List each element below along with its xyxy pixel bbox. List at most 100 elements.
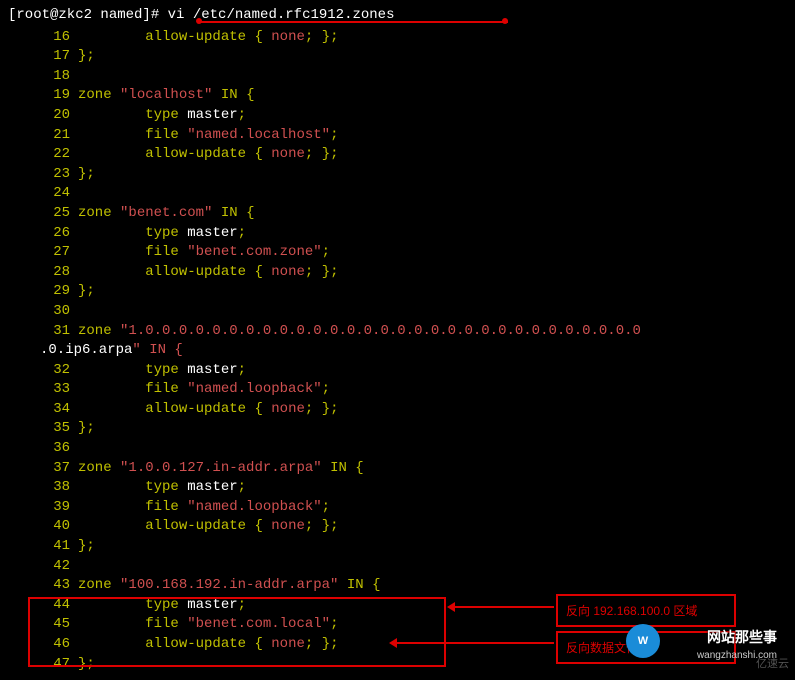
code-line: 41}; bbox=[8, 537, 787, 557]
code-line: 17}; bbox=[8, 47, 787, 67]
code-line: 29}; bbox=[8, 282, 787, 302]
code-text: type master; bbox=[78, 224, 246, 244]
editor-content[interactable]: 16 allow-update { none; };17};1819zone "… bbox=[8, 28, 787, 675]
code-line: 25zone "benet.com" IN { bbox=[8, 204, 787, 224]
underline-dot-icon bbox=[502, 18, 508, 24]
line-number: 18 bbox=[8, 67, 78, 87]
line-number: 36 bbox=[8, 439, 78, 459]
code-text: zone "100.168.192.in-addr.arpa" IN { bbox=[78, 576, 380, 596]
line-number: 40 bbox=[8, 517, 78, 537]
command-underline bbox=[198, 21, 508, 23]
code-text: file "benet.com.local"; bbox=[78, 615, 338, 635]
code-text: type master; bbox=[78, 106, 246, 126]
code-line: 19zone "localhost" IN { bbox=[8, 86, 787, 106]
code-text: allow-update { none; }; bbox=[78, 145, 339, 165]
code-line: 20 type master; bbox=[8, 106, 787, 126]
code-text: allow-update { none; }; bbox=[78, 28, 339, 48]
code-text: type master; bbox=[78, 478, 246, 498]
code-text: file "named.localhost"; bbox=[78, 126, 338, 146]
arrow-icon bbox=[450, 606, 554, 608]
code-line: 16 allow-update { none; }; bbox=[8, 28, 787, 48]
code-line: 26 type master; bbox=[8, 224, 787, 244]
code-text: }; bbox=[78, 47, 95, 67]
code-text: allow-update { none; }; bbox=[78, 635, 339, 655]
code-line: 43zone "100.168.192.in-addr.arpa" IN { bbox=[8, 576, 787, 596]
watermark-logo-icon: W bbox=[626, 624, 660, 658]
line-number: 22 bbox=[8, 145, 78, 165]
annotation-text: 反向 192.168.100.0 区域 bbox=[566, 604, 697, 618]
code-line: 30 bbox=[8, 302, 787, 322]
line-number: 44 bbox=[8, 596, 78, 616]
line-number: 20 bbox=[8, 106, 78, 126]
line-number: 33 bbox=[8, 380, 78, 400]
code-line: 35}; bbox=[8, 419, 787, 439]
code-line: 22 allow-update { none; }; bbox=[8, 145, 787, 165]
code-line-wrap: .0.ip6.arpa" IN { bbox=[8, 341, 787, 361]
code-text: }; bbox=[78, 537, 95, 557]
code-text: }; bbox=[78, 282, 95, 302]
line-number: 35 bbox=[8, 419, 78, 439]
line-number: 25 bbox=[8, 204, 78, 224]
code-text: file "benet.com.zone"; bbox=[78, 243, 330, 263]
line-number: 39 bbox=[8, 498, 78, 518]
code-line: 38 type master; bbox=[8, 478, 787, 498]
code-line: 42 bbox=[8, 557, 787, 577]
code-text: }; bbox=[78, 655, 95, 675]
line-number: 46 bbox=[8, 635, 78, 655]
code-line: 27 file "benet.com.zone"; bbox=[8, 243, 787, 263]
line-number: 16 bbox=[8, 28, 78, 48]
code-text: allow-update { none; }; bbox=[78, 263, 339, 283]
code-line: 36 bbox=[8, 439, 787, 459]
code-line: 21 file "named.localhost"; bbox=[8, 126, 787, 146]
code-text: type master; bbox=[78, 361, 246, 381]
line-number: 30 bbox=[8, 302, 78, 322]
code-text: type master; bbox=[78, 596, 246, 616]
annotation-reverse-zone: 反向 192.168.100.0 区域 bbox=[556, 594, 736, 627]
code-text: .0.ip6.arpa" IN { bbox=[40, 341, 183, 361]
code-text: zone "localhost" IN { bbox=[78, 86, 254, 106]
code-line: 37zone "1.0.0.127.in-addr.arpa" IN { bbox=[8, 459, 787, 479]
line-number: 24 bbox=[8, 184, 78, 204]
code-line: 33 file "named.loopback"; bbox=[8, 380, 787, 400]
code-line: 23}; bbox=[8, 165, 787, 185]
code-line: 31zone "1.0.0.0.0.0.0.0.0.0.0.0.0.0.0.0.… bbox=[8, 322, 787, 342]
code-line: 24 bbox=[8, 184, 787, 204]
line-number: 31 bbox=[8, 322, 78, 342]
line-number: 37 bbox=[8, 459, 78, 479]
line-number: 28 bbox=[8, 263, 78, 283]
code-text: }; bbox=[78, 165, 95, 185]
code-text: zone "1.0.0.127.in-addr.arpa" IN { bbox=[78, 459, 364, 479]
code-line: 34 allow-update { none; }; bbox=[8, 400, 787, 420]
code-text: zone "1.0.0.0.0.0.0.0.0.0.0.0.0.0.0.0.0.… bbox=[78, 322, 641, 342]
line-number: 32 bbox=[8, 361, 78, 381]
line-number: 43 bbox=[8, 576, 78, 596]
line-number: 45 bbox=[8, 615, 78, 635]
code-text: allow-update { none; }; bbox=[78, 517, 339, 537]
watermark-site-cn: 网站那些事 bbox=[707, 627, 777, 647]
watermark-corner: 亿速云 bbox=[756, 655, 789, 671]
code-text: }; bbox=[78, 419, 95, 439]
line-number: 17 bbox=[8, 47, 78, 67]
code-line: 40 allow-update { none; }; bbox=[8, 517, 787, 537]
line-number: 47 bbox=[8, 655, 78, 675]
line-number: 26 bbox=[8, 224, 78, 244]
line-number: 23 bbox=[8, 165, 78, 185]
line-number: 38 bbox=[8, 478, 78, 498]
line-number: 29 bbox=[8, 282, 78, 302]
code-text: zone "benet.com" IN { bbox=[78, 204, 254, 224]
code-text: file "named.loopback"; bbox=[78, 498, 330, 518]
terminal[interactable]: [root@zkc2 named]# vi /etc/named.rfc1912… bbox=[0, 0, 795, 680]
line-number: 21 bbox=[8, 126, 78, 146]
line-number: 34 bbox=[8, 400, 78, 420]
code-line: 28 allow-update { none; }; bbox=[8, 263, 787, 283]
line-number: 41 bbox=[8, 537, 78, 557]
line-number: 19 bbox=[8, 86, 78, 106]
code-line: 39 file "named.loopback"; bbox=[8, 498, 787, 518]
shell-prompt: [root@zkc2 named]# vi /etc/named.rfc1912… bbox=[8, 6, 787, 26]
code-text: file "named.loopback"; bbox=[78, 380, 330, 400]
code-line: 18 bbox=[8, 67, 787, 87]
arrow-icon bbox=[392, 642, 554, 644]
prompt-prefix: [root@zkc2 named]# bbox=[8, 7, 159, 23]
code-line: 32 type master; bbox=[8, 361, 787, 381]
line-number: 42 bbox=[8, 557, 78, 577]
